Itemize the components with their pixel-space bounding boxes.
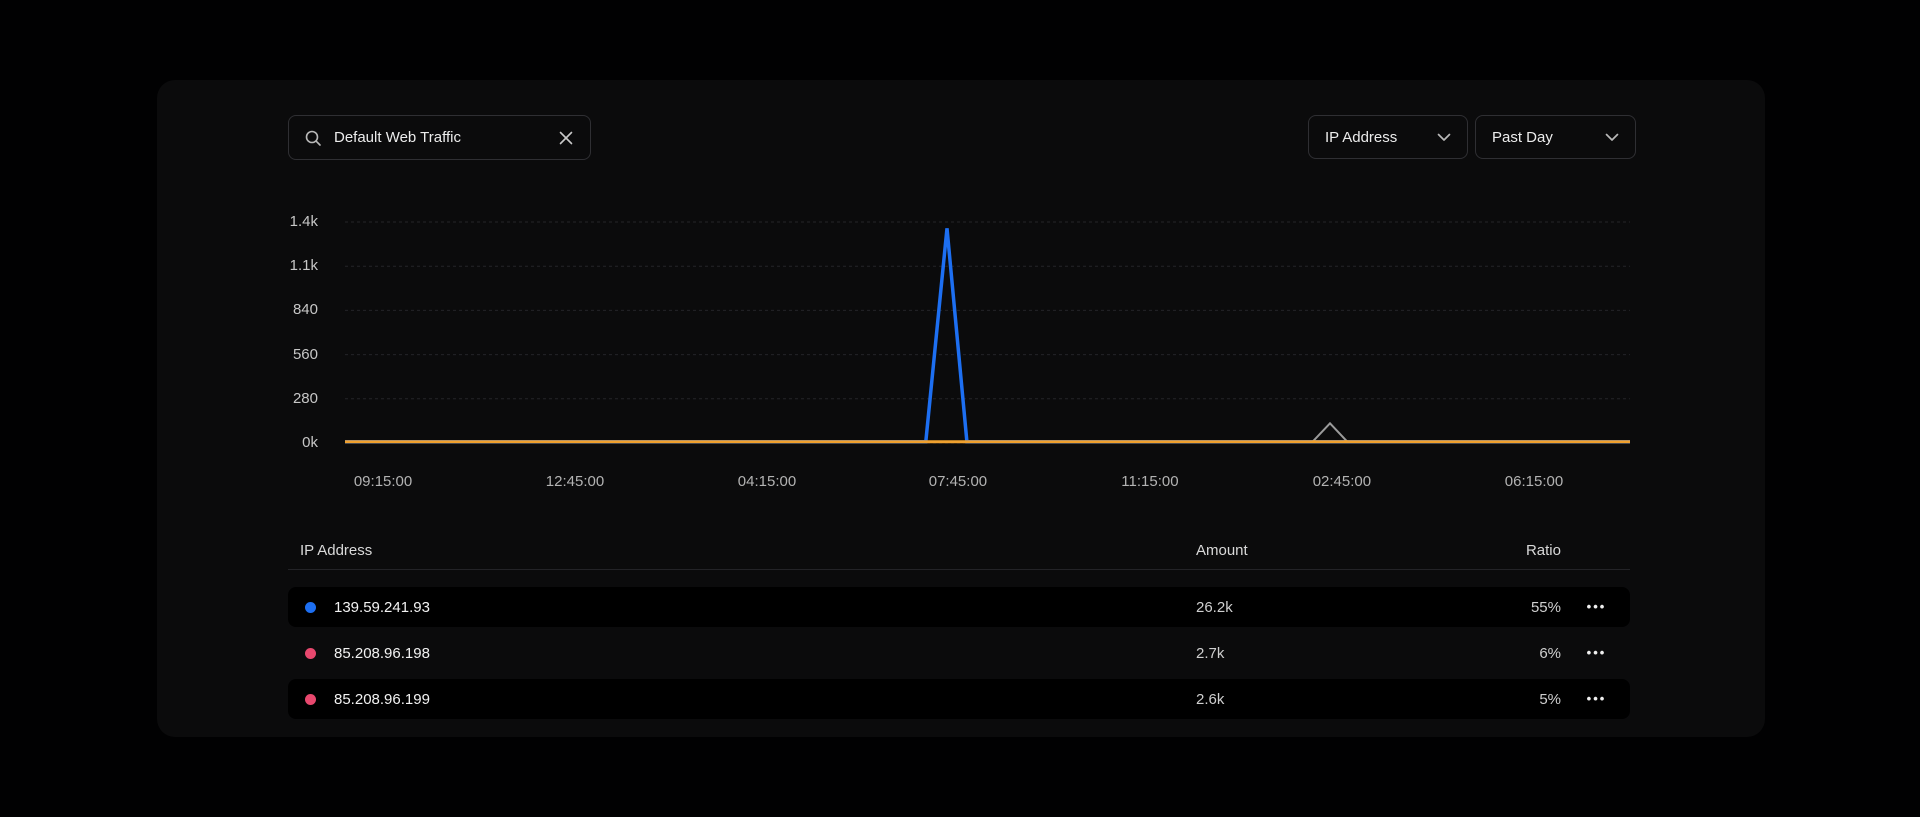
amount-value: 2.6k — [1196, 691, 1396, 708]
series-color-dot — [305, 648, 316, 659]
ratio-value: 6% — [1396, 645, 1563, 662]
column-header-ip: IP Address — [288, 542, 1196, 559]
x-axis-labels: 09:15:0012:45:0004:15:0007:45:0011:15:00… — [345, 473, 1630, 495]
y-tick-label: 560 — [157, 344, 318, 366]
table-row[interactable]: 85.208.96.199 2.6k 5% ••• — [288, 679, 1630, 719]
column-header-ratio: Ratio — [1396, 542, 1563, 559]
series-secondary-spike — [1313, 423, 1348, 441]
series-color-dot — [305, 602, 316, 613]
amount-value: 2.7k — [1196, 645, 1396, 662]
dashboard-panel: Default Web Traffic IP Address Past Day … — [157, 80, 1765, 737]
ratio-value: 5% — [1396, 691, 1563, 708]
x-tick-label: 02:45:00 — [1282, 473, 1402, 490]
column-header-amount: Amount — [1196, 542, 1396, 559]
table-header: IP Address Amount Ratio — [288, 532, 1630, 570]
x-tick-label: 06:15:00 — [1474, 473, 1594, 490]
table-row[interactable]: 85.208.96.198 2.7k 6% ••• — [288, 633, 1630, 673]
x-tick-label: 09:15:00 — [323, 473, 443, 490]
y-tick-label: 1.1k — [157, 255, 318, 277]
ip-address: 85.208.96.198 — [334, 645, 430, 662]
row-menu-button[interactable]: ••• — [1587, 587, 1607, 627]
y-tick-label: 840 — [157, 299, 318, 321]
y-axis-labels: 1.4k 1.1k 840 560 280 0k — [157, 80, 318, 510]
row-menu-button[interactable]: ••• — [1587, 679, 1607, 719]
y-tick-label: 1.4k — [157, 211, 318, 233]
x-tick-label: 11:15:00 — [1090, 473, 1210, 490]
traffic-chart: 1.4k 1.1k 840 560 280 0k 09:15:00 12:45:00 04:1… — [157, 80, 1765, 510]
series-color-dot — [305, 694, 316, 705]
series-139.59.241.93 — [345, 228, 1630, 441]
ratio-value: 55% — [1396, 599, 1563, 616]
ip-address: 85.208.96.199 — [334, 691, 430, 708]
ip-table: IP Address Amount Ratio 139.59.241.93 26… — [288, 532, 1630, 719]
y-tick-label: 0k — [157, 432, 318, 454]
x-tick-label: 07:45:00 — [898, 473, 1018, 490]
x-tick-label: 04:15:00 — [707, 473, 827, 490]
ip-address: 139.59.241.93 — [334, 599, 430, 616]
x-tick-label: 12:45:00 — [515, 473, 635, 490]
row-menu-button[interactable]: ••• — [1587, 633, 1607, 673]
chart-svg — [345, 220, 1630, 452]
y-tick-label: 280 — [157, 388, 318, 410]
table-row[interactable]: 139.59.241.93 26.2k 55% ••• — [288, 587, 1630, 627]
amount-value: 26.2k — [1196, 599, 1396, 616]
